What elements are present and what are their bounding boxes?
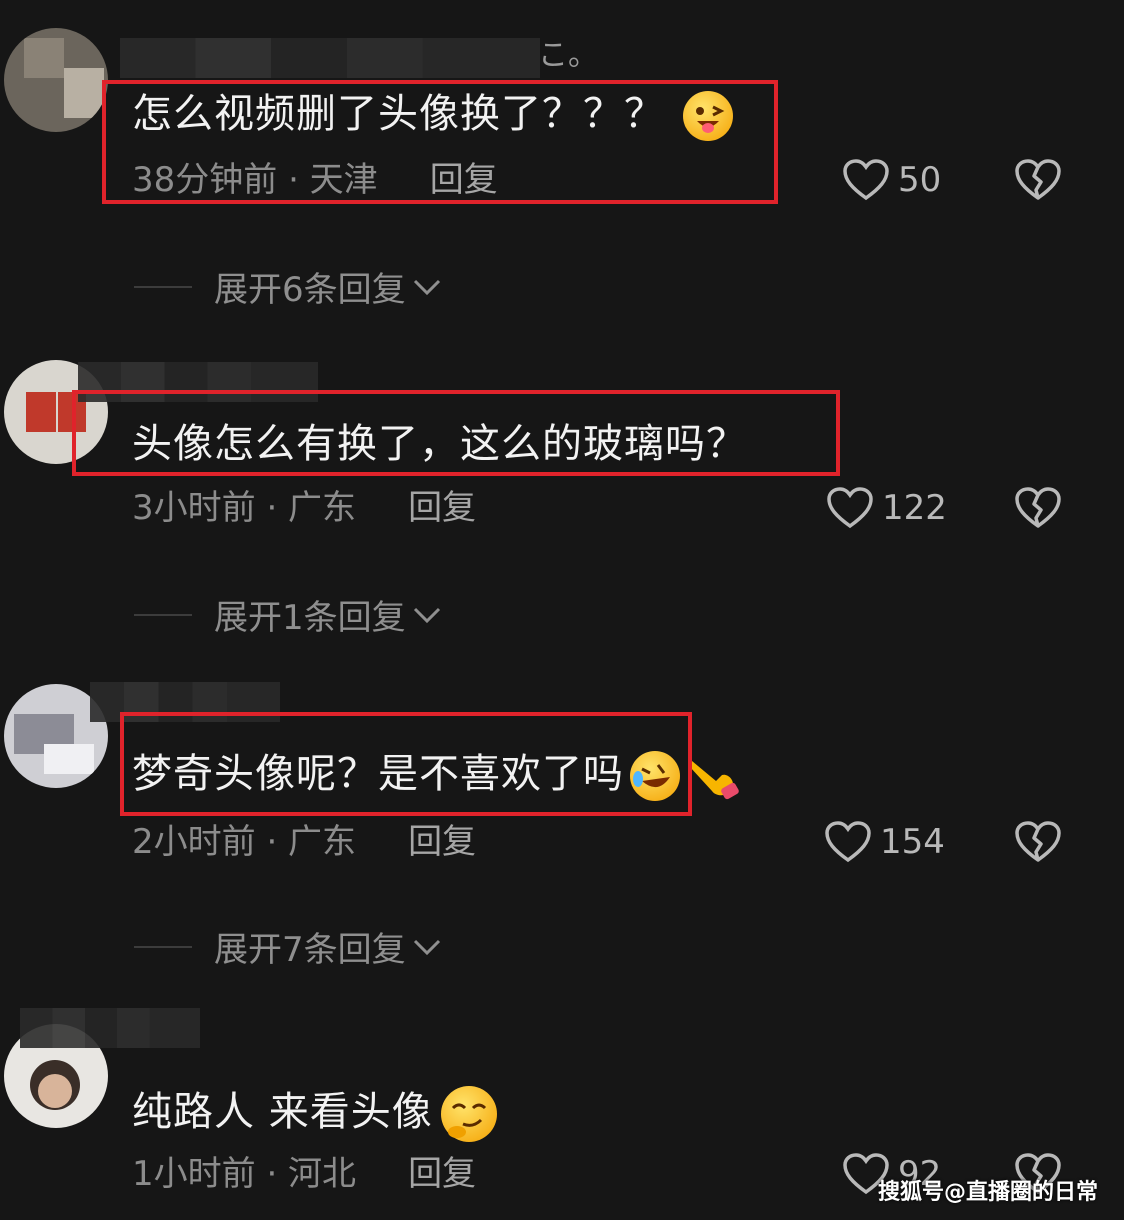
divider [134,285,192,288]
reply-button[interactable]: 回复 [408,822,476,862]
like-button[interactable]: 50 [842,158,941,202]
username-redacted[interactable] [78,362,318,402]
comment-meta: 38分钟前 · 天津 回复 [132,160,498,200]
comment-text-content: 梦奇头像呢？是不喜欢了吗 [132,751,624,797]
dislike-button[interactable] [1014,486,1062,534]
comment-text-content: 纯路人 来看头像 [132,1089,433,1135]
expand-replies-label: 展开1条回复 [214,598,406,638]
like-button[interactable]: 122 [826,486,947,530]
expand-replies-label: 展开6条回复 [214,270,406,310]
comment-time-location: 38分钟前 · 天津 [132,160,378,200]
username-redacted[interactable] [120,38,540,78]
heart-outline-icon [827,487,873,529]
comment-text[interactable]: 梦奇头像呢？是不喜欢了吗 [132,750,739,801]
divider [134,613,192,616]
expand-replies-button[interactable]: 展开6条回复 [134,262,442,311]
reply-button[interactable]: 回复 [430,160,498,200]
comment-time-location: 2小时前 · 广东 [132,822,357,862]
comment-time-location: 1小时前 · 河北 [132,1154,357,1194]
like-button[interactable]: 154 [824,820,945,864]
avatar[interactable] [4,28,108,132]
like-count: 122 [882,488,947,528]
comment-meta: 2小时前 · 广东 回复 [132,822,476,862]
dislike-button[interactable] [1014,158,1062,206]
comment-text[interactable]: 怎么视频删了头像换了？？？ [132,90,733,141]
chevron-down-icon [413,607,440,623]
dislike-button[interactable] [1014,820,1062,868]
broken-heart-icon [1015,159,1061,200]
username-redacted[interactable] [90,682,280,722]
comment-text-content: 头像怎么有换了，这么的玻璃吗？ [132,421,747,467]
chevron-down-icon [413,279,440,295]
comment-text[interactable]: 纯路人 来看头像 [132,1086,497,1142]
watermark: 搜狐号@直播圈的日常 [877,1180,1098,1205]
heart-outline-icon [843,159,889,201]
pointing-hand-emoji-icon [686,751,739,801]
chevron-down-icon [413,939,440,955]
comment-time-location: 3小时前 · 广东 [132,488,357,528]
username-fragment: こ。 [538,38,598,73]
rofl-emoji-icon [630,751,680,801]
expand-replies-button[interactable]: 展开1条回复 [134,590,442,639]
reply-button[interactable]: 回复 [408,1154,476,1194]
expand-replies-label: 展开7条回复 [214,930,406,970]
like-count: 154 [880,822,945,862]
comment-text[interactable]: 头像怎么有换了，这么的玻璃吗？ [132,420,747,468]
smirk-emoji-icon [440,1086,497,1142]
expand-replies-button[interactable]: 展开7条回复 [134,922,442,971]
wink-tongue-emoji-icon [683,91,733,141]
comment-list: こ。 怎么视频删了头像换了？？？ 38分钟前 · 天津回复 50 展开6条回复 [0,0,1124,1220]
divider [134,945,192,948]
username-redacted[interactable] [20,1008,200,1048]
comment-meta: 3小时前 · 广东 回复 [132,488,476,528]
broken-heart-icon [1015,487,1061,528]
heart-outline-icon [825,821,871,863]
like-count: 50 [898,160,942,200]
comment-meta: 1小时前 · 河北 回复 [132,1154,476,1194]
comment-text-content: 怎么视频删了头像换了？？？ [132,91,665,137]
reply-button[interactable]: 回复 [408,488,476,528]
broken-heart-icon [1015,821,1061,862]
